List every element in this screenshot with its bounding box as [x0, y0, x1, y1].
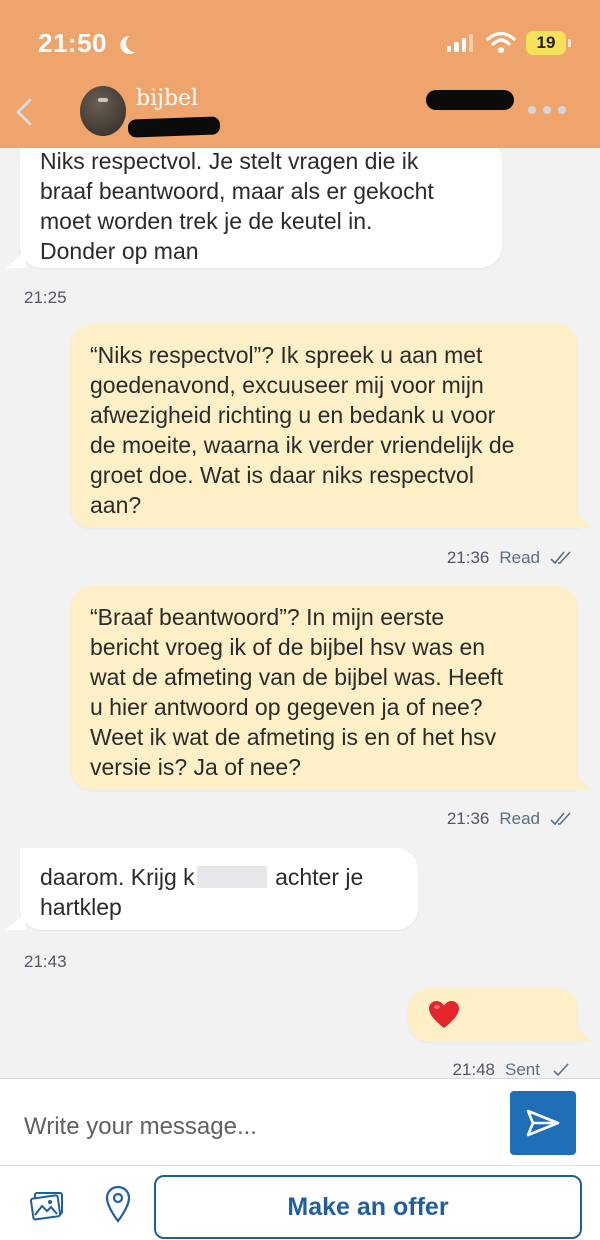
moon-icon [123, 31, 146, 54]
message-meta: 21:48 Sent [452, 1060, 572, 1078]
message-line: goedenavond, excuuseer mij voor mijn [90, 372, 484, 398]
message-line: “Niks respectvol”? Ik spreek u aan met [90, 342, 483, 368]
message-line: afwezigheid richting u en bedank u voor [90, 402, 496, 428]
message-bubble-incoming: Niks respectvol. Je stelt vragen die ik … [20, 148, 502, 268]
message-text: daarom. Krijg k [40, 864, 195, 890]
contact-name[interactable]: bijbel [136, 86, 198, 111]
message-bubble-incoming: daarom. Krijg k achter je hartklep [20, 848, 418, 930]
app-header: 21:50 19 bijbel [0, 0, 600, 148]
redaction-mark [426, 90, 514, 110]
message-line: bericht vroeg ik of de bijbel hsv was en [90, 634, 486, 660]
make-offer-button[interactable]: Make an offer [154, 1175, 582, 1239]
more-options-icon[interactable] [528, 106, 566, 114]
message-time: 21:48 [452, 1060, 496, 1078]
message-meta: 21:36 Read [447, 548, 572, 568]
message-bubble-outgoing [408, 988, 578, 1042]
message-line: Weet ik wat de afmeting is en of het hsv [90, 724, 497, 750]
message-line: versie is? Ja of nee? [90, 754, 301, 780]
message-line: Niks respectvol. Je stelt vragen die ik [40, 148, 419, 174]
message-line: groet doe. Wat is daar niks respectvol [90, 462, 474, 488]
status-time: 21:50 [38, 28, 107, 58]
message-bubble-outgoing: “Niks respectvol”? Ik spreek u aan met g… [70, 324, 578, 528]
double-check-icon [550, 551, 571, 565]
message-time: 21:43 [24, 952, 67, 971]
battery-indicator: 19 [526, 31, 571, 55]
gallery-icon[interactable] [30, 1191, 64, 1221]
heart-icon [429, 1001, 459, 1028]
double-check-icon [550, 812, 571, 826]
signal-icon [447, 34, 473, 52]
compose-bar: Make an offer [0, 1078, 600, 1240]
single-check-icon [553, 1063, 569, 1077]
message-text: achter je [275, 864, 364, 890]
redaction-mark [127, 116, 221, 138]
message-meta: 21:36 Read [447, 809, 572, 829]
message-time: 21:36 [446, 548, 490, 567]
back-icon[interactable] [14, 98, 34, 126]
message-line: de moeite, waarna ik verder vriendelijk … [90, 432, 515, 458]
message-time: 21:25 [24, 288, 67, 307]
message-line: u hier antwoord op gegeven ja of nee? [90, 694, 483, 720]
divider [0, 1165, 600, 1166]
read-status: Read [499, 548, 540, 567]
message-line: wat de afmeting van de bijbel was. Heeft [90, 664, 503, 690]
sent-status: Sent [505, 1060, 540, 1078]
read-status: Read [499, 809, 540, 828]
message-input[interactable] [24, 1107, 484, 1147]
send-icon [526, 1109, 560, 1137]
censored-text [196, 866, 267, 888]
message-line: hartklep [40, 894, 122, 920]
message-line: “Braaf beantwoord”? In mijn eerste [90, 604, 445, 630]
message-line: moet worden trek je de keutel in. [40, 208, 373, 234]
message-bubble-outgoing: “Braaf beantwoord”? In mijn eerste beric… [70, 586, 578, 790]
message-line: aan? [90, 492, 142, 518]
message-line: Donder op man [40, 238, 199, 264]
message-list[interactable]: Niks respectvol. Je stelt vragen die ik … [0, 148, 600, 1078]
message-line: braaf beantwoord, maar als er gekocht [40, 178, 434, 204]
message-time: 21:36 [446, 809, 490, 828]
send-button[interactable] [510, 1091, 576, 1155]
avatar[interactable] [80, 86, 126, 136]
location-pin-icon[interactable] [104, 1185, 132, 1223]
wifi-icon [486, 31, 516, 53]
